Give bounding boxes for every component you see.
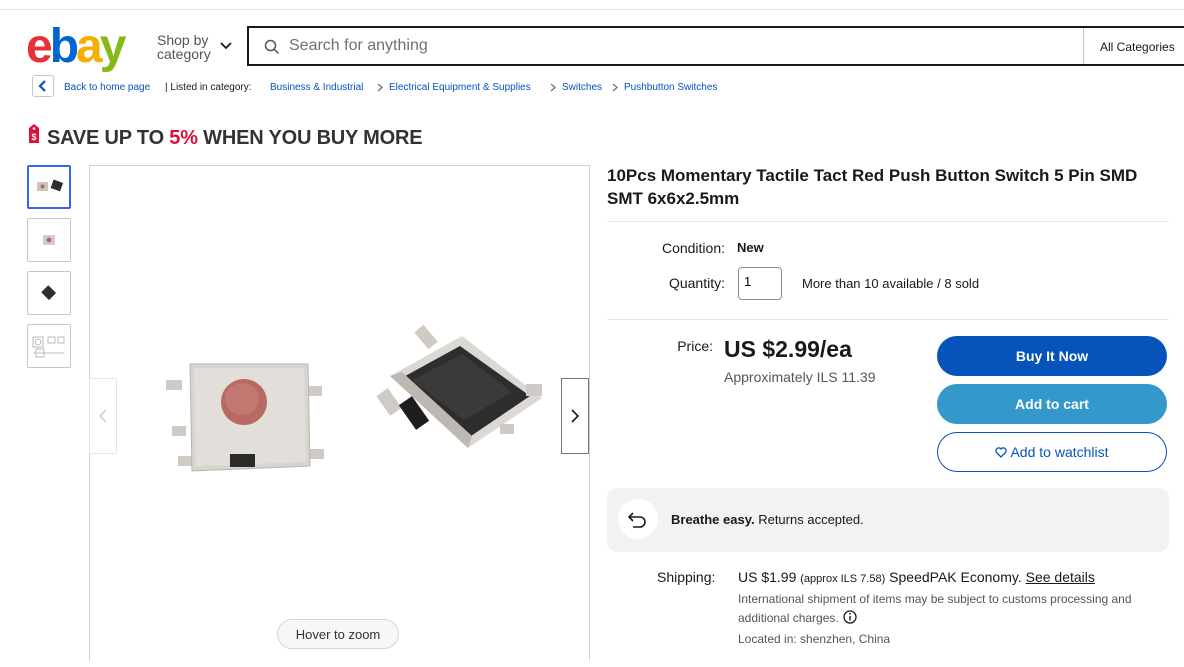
condition-value: New (737, 240, 764, 255)
shop-by-category[interactable]: Shop by category (157, 33, 211, 61)
divider (607, 221, 1169, 222)
quantity-label: Quantity: (668, 275, 725, 291)
divider (607, 319, 1169, 320)
breadcrumb-item-electrical[interactable]: Electrical Equipment & Supplies (389, 82, 531, 93)
promo-prefix: SAVE UP TO (47, 127, 170, 149)
category-select[interactable]: All Categories (1100, 40, 1175, 54)
breadcrumb-item-pushbutton[interactable]: Pushbutton Switches (624, 82, 717, 93)
chevron-down-icon[interactable] (219, 41, 233, 51)
chevron-right-icon (377, 83, 383, 92)
thumbnail-image (43, 235, 55, 245)
breadcrumb-item-switches[interactable]: Switches (562, 82, 602, 93)
price-value: US $2.99/ea (724, 336, 852, 362)
add-to-cart-button[interactable]: Add to cart (937, 384, 1167, 424)
thumbnail-2[interactable] (27, 218, 71, 262)
buy-it-now-button[interactable]: Buy It Now (937, 336, 1167, 376)
back-button[interactable] (32, 75, 54, 97)
heart-icon (995, 447, 1008, 458)
top-divider (0, 9, 1184, 10)
chevron-right-icon (550, 83, 556, 92)
shipping-label: Shipping: (657, 569, 716, 585)
thumbnail-3[interactable] (27, 271, 71, 315)
returns-icon-wrap (618, 499, 658, 539)
search-icon (264, 39, 280, 55)
watchlist-label: Add to watchlist (1010, 444, 1109, 460)
thumbnail-image (41, 285, 57, 301)
next-image-button[interactable] (561, 378, 589, 454)
info-icon[interactable] (843, 610, 857, 624)
add-to-watchlist-button[interactable]: Add to watchlist (937, 432, 1167, 472)
hover-to-zoom-hint: Hover to zoom (277, 619, 399, 649)
ebay-logo[interactable]: ebay (26, 20, 146, 74)
promo-suffix: WHEN YOU BUY MORE (197, 127, 423, 149)
shipping-approx: (approx ILS 7.58) (800, 573, 886, 585)
shipping-service: SpeedPAK Economy. (889, 569, 1022, 585)
thumbnail-4[interactable] (27, 324, 71, 368)
shipping-note-text: International shipment of items may be s… (738, 592, 1132, 625)
back-to-home-link[interactable]: Back to home page (64, 82, 150, 93)
promo-banner: SAVE UP TO 5% WHEN YOU BUY MORE (47, 127, 423, 150)
availability-text: More than 10 available / 8 sold (802, 276, 980, 291)
chevron-left-icon (38, 80, 46, 92)
listed-in-label: | Listed in category: (165, 82, 252, 93)
chevron-left-icon (98, 409, 107, 423)
breadcrumb-item-business[interactable]: Business & Industrial (270, 82, 363, 93)
quantity-input[interactable] (744, 274, 778, 289)
thumbnail-1[interactable] (27, 165, 71, 209)
shop-by-line2: category (157, 46, 211, 62)
thumbnail-image (32, 336, 65, 358)
price-tag-icon: $ (29, 124, 39, 143)
thumbnail-image (37, 179, 64, 192)
returns-bold: Breathe easy. (671, 512, 755, 527)
price-label: Price: (677, 338, 713, 354)
item-title: 10Pcs Momentary Tactile Tact Red Push Bu… (607, 166, 1138, 208)
category-divider (1083, 28, 1084, 64)
item-location: Located in: shenzhen, China (738, 632, 891, 646)
shipping-price: US $1.99 (738, 569, 797, 585)
returns-detail: Returns accepted. (754, 512, 864, 527)
shipping-value: US $1.99 (approx ILS 7.58) SpeedPAK Econ… (738, 569, 1095, 585)
approx-price: Approximately ILS 11.39 (724, 369, 876, 385)
returns-text: Breathe easy. Returns accepted. (671, 512, 864, 527)
svg-text:ebay: ebay (26, 20, 127, 73)
condition-label: Condition: (661, 240, 725, 256)
shipping-note: International shipment of items may be s… (738, 590, 1158, 628)
chevron-right-icon (571, 409, 580, 423)
previous-image-button[interactable] (89, 378, 117, 454)
main-product-image[interactable] (89, 165, 590, 661)
promo-percent: 5% (169, 127, 198, 149)
return-arrow-icon (627, 512, 646, 528)
search-input[interactable] (289, 35, 1049, 57)
product-photo (166, 324, 542, 472)
see-details-link[interactable]: See details (1026, 569, 1095, 585)
chevron-right-icon (612, 83, 618, 92)
shop-by-line1: Shop by (157, 32, 209, 48)
svg-text:$: $ (31, 132, 36, 142)
